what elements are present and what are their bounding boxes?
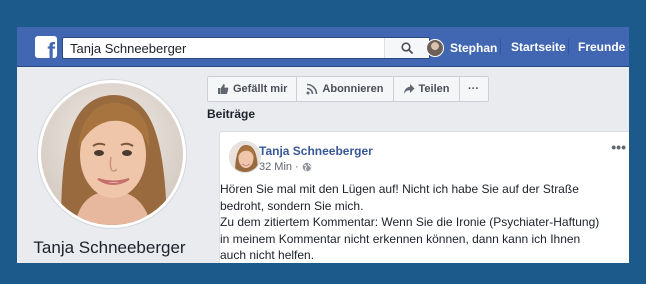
like-page-label: Gefällt mir xyxy=(233,83,288,95)
post-text-line: auch nicht helfen. xyxy=(220,248,315,262)
follow-label: Abonnieren xyxy=(322,83,384,95)
nav-divider xyxy=(568,39,569,55)
post-timestamp[interactable]: 32 Min xyxy=(259,161,292,173)
globe-icon[interactable] xyxy=(302,162,312,172)
post-text: Hören Sie mal mit den Lügen auf! Nicht i… xyxy=(220,181,620,263)
avatar xyxy=(426,39,444,57)
user-profile-link[interactable]: Stephan xyxy=(426,37,497,59)
search-icon xyxy=(401,42,413,54)
profile-name: Tanja Schneeberger xyxy=(33,238,186,257)
follow-button[interactable]: Abonnieren xyxy=(297,77,394,101)
search-button[interactable] xyxy=(384,38,429,58)
user-name: Stephan xyxy=(450,41,498,55)
post-options-button[interactable]: ••• xyxy=(611,139,626,155)
rss-icon xyxy=(306,83,318,95)
nav-home-link[interactable]: Startseite xyxy=(511,40,566,54)
posts-section-title: Beiträge xyxy=(207,107,256,121)
like-page-button[interactable]: Gefällt mir xyxy=(208,77,298,101)
nav-divider xyxy=(500,39,501,55)
post-text-line: bedroht, sondern Sie mich. xyxy=(220,198,364,213)
share-button[interactable]: Teilen xyxy=(394,77,460,101)
post-text-line: Hören Sie mal mit den Lügen auf! Nicht i… xyxy=(220,182,579,196)
post-text-line: Zu dem zitiertem Kommentar: Wenn Sie die… xyxy=(220,215,600,229)
facebook-logo-icon[interactable]: f xyxy=(35,36,57,58)
more-actions-button[interactable]: ··· xyxy=(460,77,488,101)
profile-photo xyxy=(41,83,183,225)
nav-friends-link[interactable]: Freunde f xyxy=(578,40,629,54)
profile-picture[interactable] xyxy=(38,80,186,228)
post-text-line: in meinem Kommentar nicht erkennen könne… xyxy=(220,231,581,246)
search-input[interactable] xyxy=(63,38,385,58)
share-label: Teilen xyxy=(418,83,450,95)
post-meta: 32 Min · xyxy=(259,161,312,173)
search-box xyxy=(62,37,430,59)
post-author-avatar[interactable] xyxy=(229,141,261,173)
share-arrow-icon xyxy=(403,84,415,94)
meta-separator: · xyxy=(295,161,299,173)
more-icon: ··· xyxy=(468,83,480,95)
page-action-bar: Gefällt mir Abonnieren Teilen ··· xyxy=(207,76,489,102)
post-author-name[interactable]: Tanja Schneeberger xyxy=(259,144,373,158)
avatar xyxy=(230,142,260,172)
top-navigation-bar: f Stephan Startseite Freunde f xyxy=(17,27,629,67)
thumbs-up-icon xyxy=(218,84,229,94)
post-card: Tanja Schneeberger 32 Min · ••• Hören Si… xyxy=(219,131,629,263)
facebook-window: f Stephan Startseite Freunde f xyxy=(17,27,629,263)
